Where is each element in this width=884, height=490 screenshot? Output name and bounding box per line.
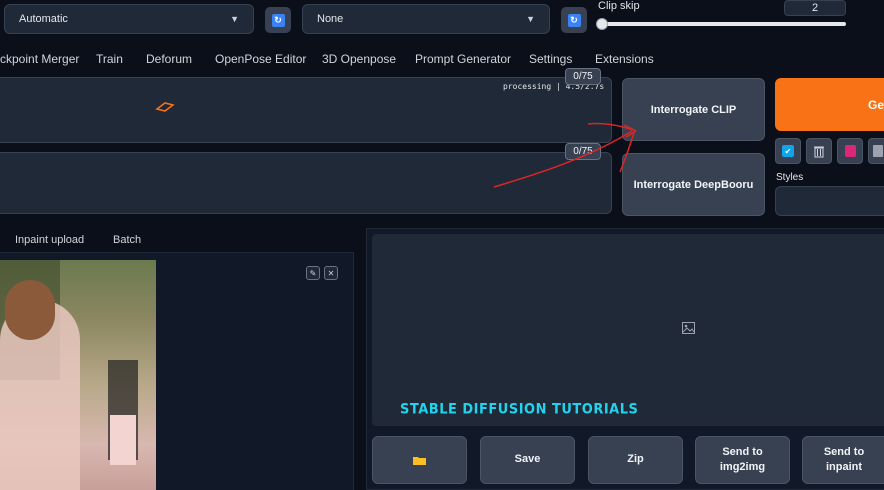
zip-button[interactable]: Zip xyxy=(588,436,683,484)
close-icon[interactable]: ✕ xyxy=(324,266,338,280)
tab-inpaint-upload[interactable]: Inpaint upload xyxy=(15,234,84,246)
image-icon xyxy=(682,322,695,334)
save-button[interactable]: Save xyxy=(480,436,575,484)
send-to-img2img-button[interactable]: Send to img2img xyxy=(695,436,790,484)
open-folder-button[interactable] xyxy=(372,436,467,484)
folder-icon xyxy=(413,457,426,465)
output-image-panel xyxy=(372,234,884,426)
send-to-inpaint-button[interactable]: Send to inpaint xyxy=(802,436,884,484)
uploaded-photo xyxy=(0,260,156,490)
tab-batch[interactable]: Batch xyxy=(113,234,141,246)
img2img-tabs: Inpaint upload Batch xyxy=(0,234,360,248)
edit-icon[interactable]: ✎ xyxy=(306,266,320,280)
watermark-text: STABLE DIFFUSION TUTORIALS xyxy=(400,401,639,418)
